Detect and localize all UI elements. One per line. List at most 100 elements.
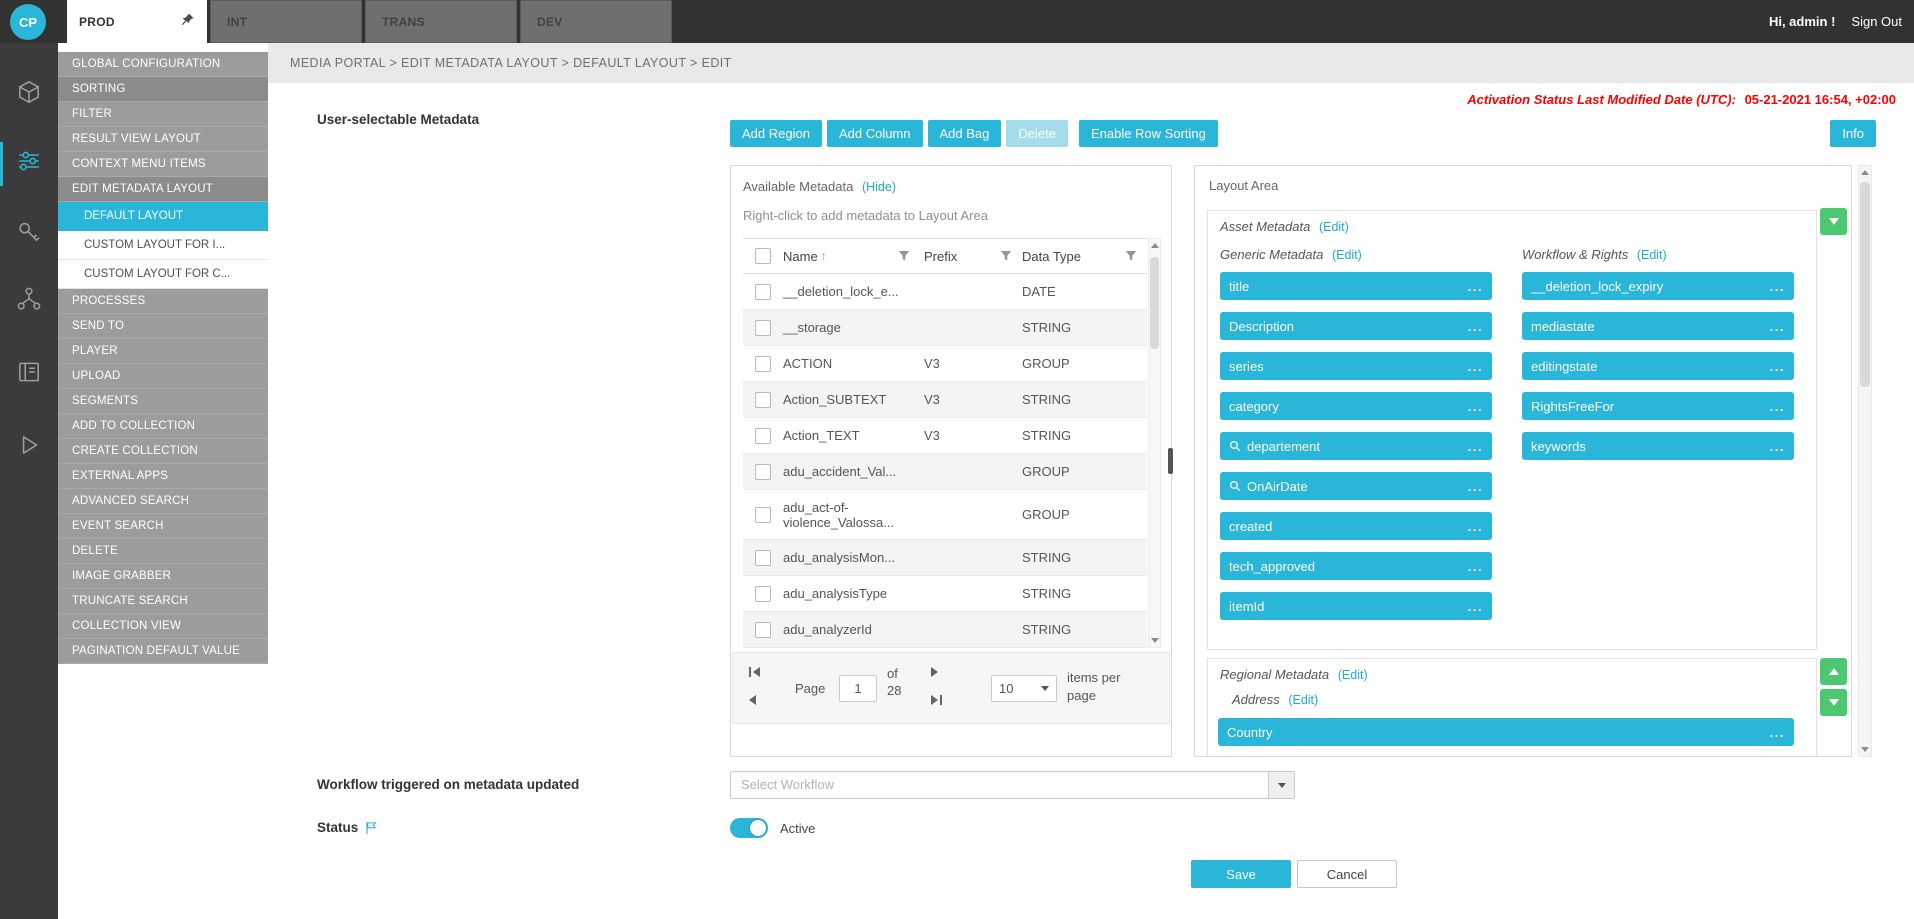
table-row[interactable]: __deletion_lock_e... DATE <box>743 274 1147 310</box>
chip-menu-icon[interactable]: ... <box>1468 519 1483 534</box>
metadata-chip[interactable]: OnAirDate ... <box>1220 472 1492 500</box>
metadata-chip[interactable]: title... <box>1220 272 1492 300</box>
page-size-select[interactable]: 10 <box>991 675 1057 702</box>
metadata-chip[interactable]: keywords... <box>1522 432 1794 460</box>
table-row[interactable]: adu_analysisMon... STRING <box>743 540 1147 576</box>
pin-icon[interactable] <box>181 13 195 30</box>
add-bag-button[interactable]: Add Bag <box>928 120 1002 147</box>
sidebar-item-event-search[interactable]: EVENT SEARCH <box>58 514 268 539</box>
metadata-chip[interactable]: Description... <box>1220 312 1492 340</box>
env-tab-dev[interactable]: DEV <box>520 0 672 43</box>
chip-menu-icon[interactable]: ... <box>1468 279 1483 294</box>
table-row[interactable]: __storage STRING <box>743 310 1147 346</box>
move-section-up-button[interactable] <box>1820 658 1847 685</box>
chip-menu-icon[interactable]: ... <box>1770 279 1785 294</box>
scroll-up-icon[interactable] <box>1151 243 1159 248</box>
breadcrumb[interactable]: MEDIA PORTAL > EDIT METADATA LAYOUT > DE… <box>268 43 1914 83</box>
workflow-dropdown[interactable]: Select Workflow <box>730 771 1295 799</box>
sidebar-item-advanced-search[interactable]: ADVANCED SEARCH <box>58 489 268 514</box>
filter-icon[interactable] <box>1000 250 1012 262</box>
sidebar-item-custom-layout-2[interactable]: CUSTOM LAYOUT FOR C... <box>58 260 268 289</box>
row-checkbox[interactable] <box>755 320 771 336</box>
sidebar-item-delete[interactable]: DELETE <box>58 539 268 564</box>
chip-menu-icon[interactable]: ... <box>1468 399 1483 414</box>
row-checkbox[interactable] <box>755 622 771 638</box>
add-column-button[interactable]: Add Column <box>827 120 923 147</box>
scrollbar-thumb[interactable] <box>1860 182 1870 387</box>
table-row[interactable]: Action_TEXT V3 STRING <box>743 418 1147 454</box>
hierarchy-icon[interactable] <box>16 286 42 312</box>
row-checkbox[interactable] <box>755 284 771 300</box>
metadata-chip[interactable]: category... <box>1220 392 1492 420</box>
chip-menu-icon[interactable]: ... <box>1468 479 1483 494</box>
move-section-down-button[interactable] <box>1820 208 1847 235</box>
metadata-chip[interactable]: RightsFreeFor... <box>1522 392 1794 420</box>
previous-page-button[interactable] <box>749 695 756 705</box>
edit-link[interactable]: (Edit) <box>1637 248 1667 262</box>
chip-menu-icon[interactable]: ... <box>1770 319 1785 334</box>
sidebar-item-send-to[interactable]: SEND TO <box>58 314 268 339</box>
panel-resize-handle[interactable] <box>1168 448 1173 474</box>
save-button[interactable]: Save <box>1191 860 1291 888</box>
sidebar-item-upload[interactable]: UPLOAD <box>58 364 268 389</box>
sidebar-item-player[interactable]: PLAYER <box>58 339 268 364</box>
metadata-chip[interactable]: created... <box>1220 512 1492 540</box>
sidebar-item-collection-view[interactable]: COLLECTION VIEW <box>58 614 268 639</box>
sidebar-item-processes[interactable]: PROCESSES <box>58 289 268 314</box>
scroll-up-icon[interactable] <box>1861 170 1869 175</box>
delete-button[interactable]: Delete <box>1006 120 1068 147</box>
chip-menu-icon[interactable]: ... <box>1468 439 1483 454</box>
chip-menu-icon[interactable]: ... <box>1770 399 1785 414</box>
chip-menu-icon[interactable]: ... <box>1468 359 1483 374</box>
sidebar-item-create-collection[interactable]: CREATE COLLECTION <box>58 439 268 464</box>
sidebar-item-context-menu-items[interactable]: CONTEXT MENU ITEMS <box>58 152 268 177</box>
row-checkbox[interactable] <box>755 428 771 444</box>
chip-menu-icon[interactable]: ... <box>1770 359 1785 374</box>
select-all-checkbox[interactable] <box>755 248 771 264</box>
table-row[interactable]: ACTION V3 GROUP <box>743 346 1147 382</box>
app-logo[interactable]: CP <box>10 4 46 40</box>
edit-link[interactable]: (Edit) <box>1338 668 1368 682</box>
env-tab-prod[interactable]: PROD <box>67 0 207 43</box>
table-row[interactable]: adu_analysisType STRING <box>743 576 1147 612</box>
sidebar-item-edit-metadata-layout[interactable]: EDIT METADATA LAYOUT <box>58 177 268 202</box>
sidebar-item-add-to-collection[interactable]: ADD TO COLLECTION <box>58 414 268 439</box>
sidebar-item-result-view-layout[interactable]: RESULT VIEW LAYOUT <box>58 127 268 152</box>
scrollbar-thumb[interactable] <box>1150 257 1159 349</box>
first-page-button[interactable] <box>749 667 760 677</box>
column-header-data-type[interactable]: Data Type <box>1022 249 1147 264</box>
add-region-button[interactable]: Add Region <box>730 120 822 147</box>
env-tab-trans[interactable]: TRANS <box>365 0 517 43</box>
sidebar-item-segments[interactable]: SEGMENTS <box>58 389 268 414</box>
enable-row-sorting-button[interactable]: Enable Row Sorting <box>1079 120 1218 147</box>
info-button[interactable]: Info <box>1830 120 1876 147</box>
table-row[interactable]: adu_accident_Val... GROUP <box>743 454 1147 490</box>
grid-scrollbar[interactable] <box>1148 238 1161 648</box>
chip-menu-icon[interactable]: ... <box>1468 319 1483 334</box>
assets-icon[interactable] <box>16 79 42 105</box>
metadata-chip[interactable]: itemId... <box>1220 592 1492 620</box>
page-input[interactable] <box>839 675 877 702</box>
sidebar-item-default-layout[interactable]: DEFAULT LAYOUT <box>58 202 268 231</box>
chip-menu-icon[interactable]: ... <box>1468 559 1483 574</box>
column-header-name[interactable]: Name ↑ <box>783 249 924 264</box>
row-checkbox[interactable] <box>755 507 771 523</box>
column-header-prefix[interactable]: Prefix <box>924 249 1022 264</box>
metadata-chip[interactable]: Country ... <box>1218 718 1794 746</box>
library-icon[interactable] <box>16 359 42 385</box>
hide-link[interactable]: (Hide) <box>862 180 896 194</box>
sidebar-item-global-configuration[interactable]: GLOBAL CONFIGURATION <box>58 52 268 77</box>
sidebar-item-pagination-default-value[interactable]: PAGINATION DEFAULT VALUE <box>58 639 268 664</box>
metadata-chip[interactable]: __deletion_lock_expiry... <box>1522 272 1794 300</box>
chip-menu-icon[interactable]: ... <box>1770 439 1785 454</box>
cancel-button[interactable]: Cancel <box>1297 860 1397 888</box>
table-row[interactable]: adu_act-of-violence_Valossa... GROUP <box>743 490 1147 540</box>
sidebar-item-image-grabber[interactable]: IMAGE GRABBER <box>58 564 268 589</box>
sidebar-item-truncate-search[interactable]: TRUNCATE SEARCH <box>58 589 268 614</box>
chip-menu-icon[interactable]: ... <box>1770 725 1785 740</box>
next-page-button[interactable] <box>931 667 938 677</box>
edit-link[interactable]: (Edit) <box>1319 220 1349 234</box>
metadata-chip[interactable]: series... <box>1220 352 1492 380</box>
access-key-icon[interactable] <box>16 219 42 245</box>
sidebar-item-custom-layout-1[interactable]: CUSTOM LAYOUT FOR I... <box>58 231 268 260</box>
